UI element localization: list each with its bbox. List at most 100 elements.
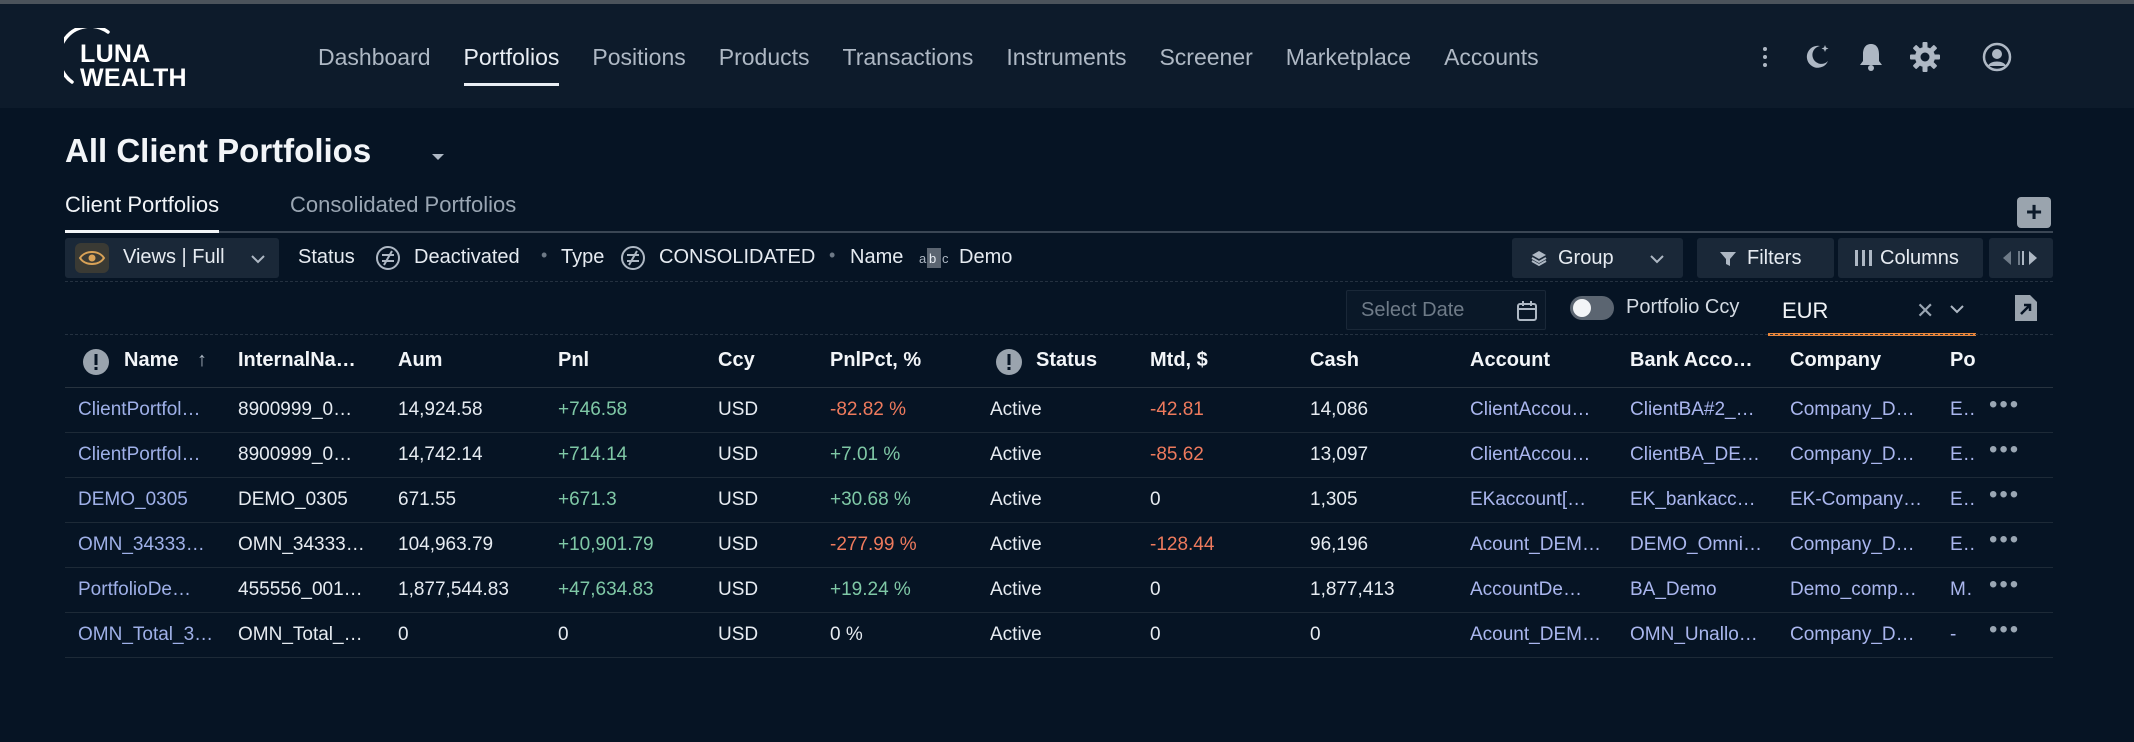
columns-button[interactable]: Columns [1838,238,1983,278]
column-header-internal-name[interactable]: InternalNa… [238,349,356,372]
row-menu-icon[interactable]: ••• [1989,483,2029,510]
table-row[interactable]: DEMO_0305 DEMO_0305 671.55 +671.3 USD +30.68 … [65,478,2053,523]
scroll-columns-button[interactable] [1989,238,2053,278]
add-portfolio-button[interactable]: + [2017,197,2051,228]
cell-aum: 671.55 [398,489,457,510]
date-picker-field[interactable] [1346,290,1546,330]
tab-client-portfolios[interactable]: Client Portfolios [65,192,220,233]
logo-line-1: LUNA [80,40,151,68]
column-header-company[interactable]: Company [1790,349,1881,372]
title-dropdown-caret-icon[interactable] [428,147,448,167]
clear-icon[interactable]: ✕ [1916,298,1934,324]
column-header-po[interactable]: Po [1950,349,1990,372]
cell-account: Acount_DEM… [1470,624,1601,645]
column-header-name[interactable]: Name [124,349,178,372]
cell-internal-name: OMN_34333… [238,534,365,555]
column-header-status[interactable]: Status [1036,349,1097,372]
filter-type-value[interactable]: CONSOLIDATED [659,246,815,269]
row-menu-icon[interactable]: ••• [1989,573,2029,600]
filter-separator: • [829,245,836,265]
cell-status: Active [990,444,1042,465]
cell-cash: 13,097 [1310,444,1369,465]
row-menu-icon[interactable]: ••• [1989,438,2029,465]
nav-item-transactions[interactable]: Transactions [843,4,974,108]
filter-name-key: Name [850,246,904,268]
date-input[interactable] [1361,299,1501,322]
cell-po: Ele [1950,489,1974,510]
cell-aum: 14,742.14 [398,444,483,465]
calendar-icon[interactable] [1515,299,1539,323]
gear-icon[interactable] [1908,40,1942,74]
more-vertical-icon[interactable] [1748,40,1782,74]
portfolio-tabs: Client Portfolios Consolidated Portfolio… [65,190,2053,233]
chevron-down-icon[interactable] [1948,300,1966,318]
table-row[interactable]: ClientPortfol… 8900999_0… 14,924.58 +746.58… [65,388,2053,433]
not-equal-icon[interactable] [375,245,401,271]
table-row[interactable]: PortfolioDe… 455556_001… 1,877,544.83 +47,6… [65,568,2053,613]
cell-bank-account: ClientBA#2_… [1630,399,1755,420]
nav-item-accounts[interactable]: Accounts [1444,4,1539,108]
cell-aum: 14,924.58 [398,399,483,420]
cell-company: Demo_comp… [1790,579,1917,600]
nav-item-products[interactable]: Products [719,4,810,108]
table-row[interactable]: ClientPortfol… 8900999_0… 14,742.14 +714.14… [65,433,2053,478]
cell-pnl: +714.14 [558,444,628,465]
row-menu-icon[interactable]: ••• [1989,618,2029,645]
column-header-account[interactable]: Account [1470,349,1550,372]
cell-name[interactable]: DEMO_0305 [78,489,188,511]
filters-button[interactable]: Filters [1697,238,1834,278]
cell-name[interactable]: PortfolioDe… [78,579,191,601]
views-dropdown[interactable]: Views | Full [65,238,279,278]
cell-company: Company_D… [1790,399,1915,420]
column-header-pnl[interactable]: Pnl [558,349,589,372]
cell-mtd: -85.62 [1150,444,1204,465]
cell-aum: 1,877,544.83 [398,579,509,600]
bell-icon[interactable] [1854,40,1888,74]
filter-bar: Views | Full Status Deactivated • Type C… [65,237,2053,282]
column-header-cash[interactable]: Cash [1310,349,1359,372]
cell-pnlpct: -277.99 % [830,534,917,555]
column-header-mtd[interactable]: Mtd, $ [1150,349,1208,372]
cell-account: AccountDe… [1470,579,1582,600]
chevron-down-icon [251,255,265,264]
cell-name[interactable]: OMN_Total_3… [78,624,213,646]
cell-bank-account: ClientBA_DE… [1630,444,1760,465]
alert-icon [83,349,109,375]
column-header-bank-account[interactable]: Bank Acco… [1630,349,1753,372]
nav-item-screener[interactable]: Screener [1159,4,1252,108]
column-header-aum[interactable]: Aum [398,349,442,372]
cell-pnl: +746.58 [558,399,628,420]
table-row[interactable]: OMN_Total_3… OMN_Total_3… 0 0 USD 0 % Active 0 0… [65,613,2053,658]
user-icon[interactable] [1980,40,2014,74]
cell-name[interactable]: ClientPortfol… [78,399,201,421]
filter-name-value[interactable]: Demo [959,246,1012,269]
nav-item-portfolios[interactable]: Portfolios [463,4,559,108]
column-header-ccy[interactable]: Ccy [718,349,755,372]
not-equal-icon[interactable] [620,245,646,271]
cell-account: ClientAccou… [1470,444,1591,465]
cell-cash: 0 [1310,624,1321,645]
portfolio-ccy-toggle[interactable] [1570,296,1614,320]
nav-item-instruments[interactable]: Instruments [1006,4,1126,108]
table-row[interactable]: OMN_34333… OMN_34333… 104,963.79 +10,901.79… [65,523,2053,568]
cell-ccy: USD [718,489,759,510]
export-icon[interactable] [2012,292,2040,324]
filter-status-value[interactable]: Deactivated [414,246,520,269]
tab-consolidated-portfolios[interactable]: Consolidated Portfolios [290,192,516,218]
column-header-pnlpct[interactable]: PnlPct, % [830,349,921,372]
row-menu-icon[interactable]: ••• [1989,393,2029,420]
luna-wealth-logo[interactable]: LUNA WEALTH [64,28,194,91]
cell-pnl: +671.3 [558,489,617,510]
sort-ascending-icon[interactable]: ↑ [197,349,207,372]
text-contains-icon[interactable]: a b c [917,245,951,271]
currency-select[interactable]: EUR ✕ [1768,290,1976,336]
group-button[interactable]: Group [1512,238,1683,278]
cell-name[interactable]: ClientPortfol… [78,444,201,466]
moon-icon[interactable] [1800,40,1834,74]
nav-item-dashboard[interactable]: Dashboard [318,4,431,108]
nav-item-positions[interactable]: Positions [592,4,685,108]
cell-name[interactable]: OMN_34333… [78,534,205,556]
nav-item-marketplace[interactable]: Marketplace [1286,4,1411,108]
row-menu-icon[interactable]: ••• [1989,528,2029,555]
cell-bank-account: BA_Demo [1630,579,1717,600]
